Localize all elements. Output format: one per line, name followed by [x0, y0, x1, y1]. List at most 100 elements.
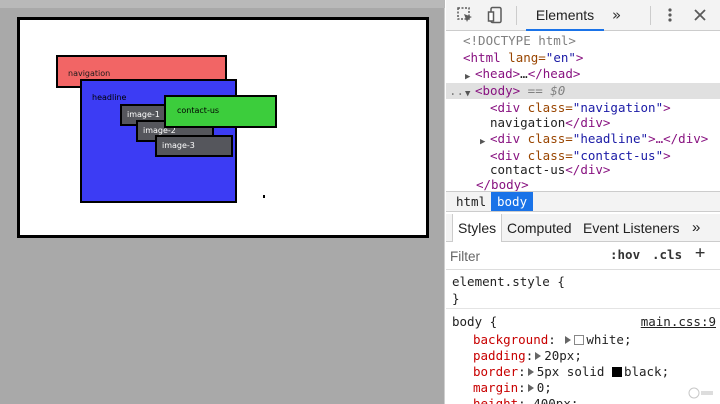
- toolbar-divider: [650, 6, 651, 25]
- prop-value: 0;: [536, 380, 552, 395]
- element-style-close: }: [446, 291, 720, 307]
- nav-node-text: <div class="navigation">: [490, 100, 671, 116]
- prop-name: background: [473, 332, 549, 347]
- dom-text-navigation[interactable]: navigation</div>: [446, 115, 720, 131]
- image-3-box[interactable]: image-3: [155, 135, 233, 157]
- contact-us-box[interactable]: contact-us: [164, 95, 277, 128]
- contact-text-line: contact-us</div>: [490, 162, 610, 178]
- close-brace: }: [452, 291, 460, 306]
- prop-value: 20px;: [544, 348, 582, 363]
- dom-node-html[interactable]: <html lang="en">: [446, 50, 720, 66]
- css-prop-background[interactable]: background: white;: [446, 332, 720, 348]
- expand-triangle-icon[interactable]: [535, 352, 542, 360]
- styles-tabbar: Styles Computed Event Listeners »: [446, 214, 720, 242]
- css-rules-pane: element.style { } body { main.css:9 back…: [446, 270, 720, 404]
- viewport-top-edge: [0, 0, 445, 8]
- prop-value: 400px;: [533, 396, 579, 404]
- tab-styles[interactable]: Styles: [452, 214, 503, 242]
- page-body-element[interactable]: navigation headline image-1 image-2 imag…: [17, 17, 429, 238]
- class-value-contact: "contact-us": [572, 148, 664, 163]
- class-value-navigation: "navigation": [572, 100, 664, 115]
- tag-gt: >: [663, 100, 671, 115]
- nav-text-line: navigation</div>: [490, 115, 610, 131]
- nav-text: navigation: [490, 115, 566, 130]
- dom-node-head[interactable]: ▶ <head>…</head>: [446, 66, 720, 82]
- prop-name: padding: [473, 348, 526, 363]
- more-tabs-button[interactable]: »: [612, 0, 621, 31]
- padding-decl: padding: 20px;: [473, 348, 582, 363]
- body-rule-header[interactable]: body { main.css:9: [446, 314, 720, 330]
- dom-node-headline[interactable]: ▶ <div class="headline">…</div>: [446, 131, 720, 147]
- close-devtools-icon[interactable]: [690, 6, 710, 26]
- class-attr: class=: [520, 148, 573, 163]
- prop-value-2: black;: [623, 364, 670, 379]
- div-close-tag: </div>: [565, 115, 611, 130]
- doctype-text: <!DOCTYPE html>: [463, 33, 576, 48]
- class-toggle[interactable]: .cls: [652, 247, 682, 262]
- tag-gt: >: [663, 148, 671, 163]
- contact-us-label: contact-us: [177, 106, 220, 115]
- tab-event-listeners[interactable]: Event Listeners: [583, 214, 680, 242]
- html-tag-close: >: [575, 50, 584, 65]
- expand-triangle-icon[interactable]: [527, 368, 534, 376]
- hover-state-toggle[interactable]: :hov: [610, 247, 640, 262]
- headline-tail: >…</div>: [648, 131, 709, 146]
- border-decl: border: 5px solid black;: [473, 364, 670, 379]
- styles-filter-input[interactable]: [450, 247, 590, 265]
- dom-node-doctype[interactable]: <!DOCTYPE html>: [446, 33, 720, 49]
- headline-label: headline: [92, 93, 127, 102]
- more-options-icon[interactable]: [660, 6, 680, 26]
- head-open-tag: <head>: [475, 66, 521, 81]
- css-prop-margin[interactable]: margin: 0;: [446, 380, 720, 396]
- inspect-element-icon[interactable]: [455, 6, 475, 26]
- breadcrumb-body[interactable]: body: [491, 192, 534, 211]
- css-prop-border[interactable]: border: 5px solid black;: [446, 364, 720, 380]
- element-style-selector: element.style {: [452, 274, 565, 289]
- devtools-panel: Elements » <!DOCTYPE html> <html lang="e…: [446, 0, 720, 404]
- expand-triangle-icon[interactable]: [527, 384, 534, 392]
- head-ellipsis: …: [520, 66, 528, 81]
- navigation-label: navigation: [68, 69, 111, 78]
- div-close-tag: </div>: [565, 162, 611, 177]
- color-swatch-black[interactable]: [611, 367, 622, 377]
- dom-tree: <!DOCTYPE html> <html lang="en"> ▶ <head…: [446, 31, 720, 192]
- toolbar-divider: [516, 6, 517, 25]
- contact-text: contact-us: [490, 162, 566, 177]
- css-prop-height[interactable]: height: 400px;: [446, 396, 720, 404]
- dom-node-navigation[interactable]: <div class="navigation">: [446, 100, 720, 116]
- more-panels-button[interactable]: »: [692, 214, 700, 242]
- height-decl: height: 400px;: [473, 396, 578, 404]
- head-node-text: <head>…</head>: [475, 66, 580, 82]
- watermark-logo-icon: [688, 386, 718, 402]
- class-value-headline: "headline": [572, 131, 649, 146]
- tab-elements[interactable]: Elements: [526, 0, 604, 31]
- device-toolbar-icon[interactable]: [486, 6, 506, 26]
- dom-text-contact[interactable]: contact-us</div>: [446, 162, 720, 178]
- margin-decl: margin: 0;: [473, 380, 552, 395]
- body-selector: body {: [452, 314, 498, 329]
- tab-computed[interactable]: Computed: [507, 214, 572, 242]
- breadcrumb-html[interactable]: html: [450, 192, 492, 211]
- html-tag: <html: [463, 50, 501, 65]
- headline-node-text: <div class="headline">…</div>: [490, 131, 708, 147]
- prop-name: height: [473, 396, 519, 404]
- rule-divider: [446, 308, 720, 309]
- breadcrumb: html body: [446, 191, 720, 212]
- image-3-label: image-3: [162, 141, 195, 150]
- color-swatch-white[interactable]: [574, 335, 585, 345]
- element-style-rule[interactable]: element.style {: [446, 274, 720, 290]
- image-1-label: image-1: [127, 110, 160, 119]
- div-tag: <div: [490, 131, 521, 146]
- class-attr: class=: [520, 100, 573, 115]
- css-prop-padding[interactable]: padding: 20px;: [446, 348, 720, 364]
- prop-name: border: [473, 364, 519, 379]
- html-attr: lang=: [500, 50, 546, 65]
- dom-node-body-selected[interactable]: ... ▼ <body> == $0: [446, 83, 720, 99]
- class-attr: class=: [520, 131, 573, 146]
- body-selected-marker: == $0: [520, 83, 566, 98]
- prop-value: 5px solid: [536, 364, 612, 379]
- devtools-tabbar: Elements »: [446, 0, 720, 31]
- add-rule-button[interactable]: +: [695, 243, 705, 263]
- source-link[interactable]: main.css:9: [641, 314, 716, 330]
- expand-triangle-icon[interactable]: [565, 336, 572, 344]
